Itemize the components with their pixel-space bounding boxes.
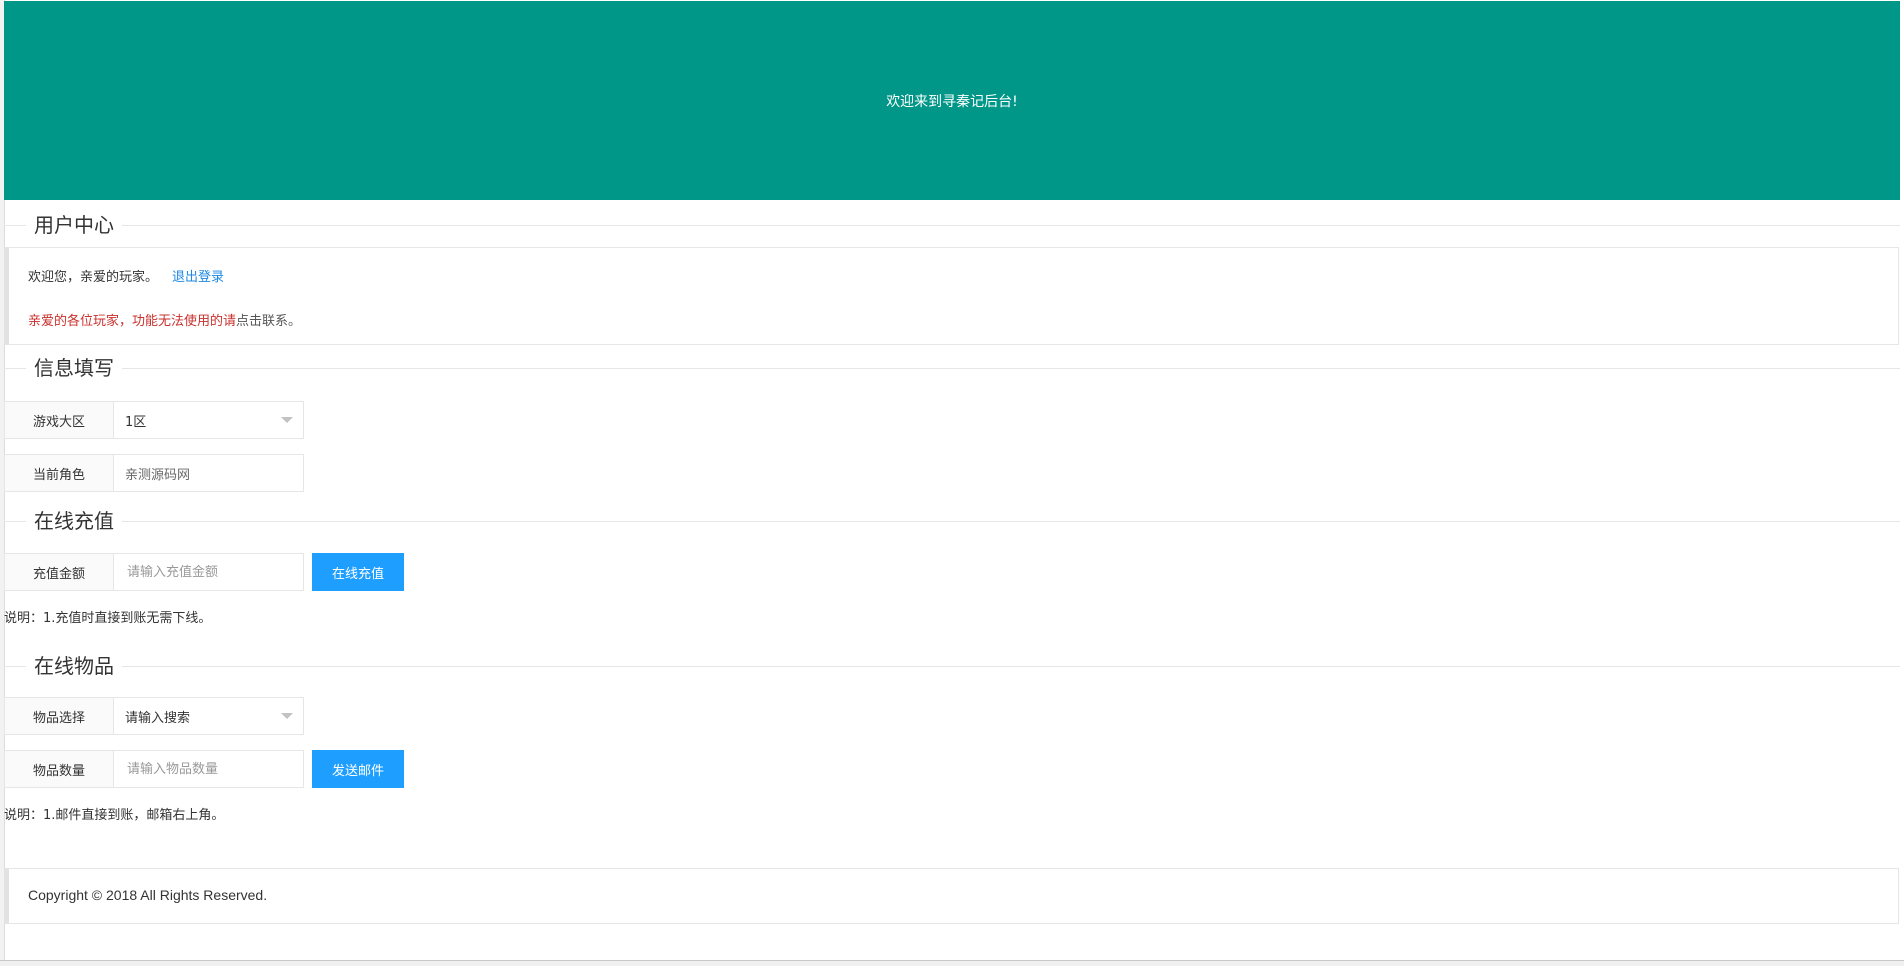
zone-row: 游戏大区 1区 — [4, 401, 304, 439]
caret-down-icon — [281, 417, 293, 423]
copyright-text: Copyright © 2018 All Rights Reserved. — [28, 887, 268, 903]
item-select-row: 物品选择 请输入搜索 — [4, 697, 304, 735]
welcome-text: 欢迎您，亲爱的玩家。 — [28, 270, 159, 285]
item-quantity-input[interactable] — [125, 760, 299, 778]
item-select[interactable]: 请输入搜索 — [114, 697, 304, 735]
recharge-submit-button[interactable]: 在线充值 — [312, 553, 404, 591]
section-divider — [4, 225, 1900, 226]
notice-red-text: 亲爱的各位玩家，功能无法使用的请 — [28, 314, 237, 329]
section-label: 在线充值 — [26, 507, 122, 535]
section-title-user-center: 用户中心 — [0, 209, 1904, 241]
section-label: 用户中心 — [26, 211, 122, 239]
recharge-note: 说明：1.充值时直接到账无需下线。 — [4, 611, 212, 626]
item-select-value: 请输入搜索 — [125, 710, 191, 726]
section-title-info: 信息填写 — [0, 352, 1904, 384]
section-label: 信息填写 — [26, 354, 122, 382]
caret-down-icon — [281, 713, 293, 719]
footer-panel: Copyright © 2018 All Rights Reserved. — [4, 868, 1899, 924]
zone-selected-value: 1区 — [125, 414, 147, 430]
item-quantity-row: 物品数量 — [4, 750, 304, 788]
items-note: 说明：1.邮件直接到账，邮箱右上角。 — [4, 808, 225, 823]
section-divider — [4, 368, 1900, 369]
section-divider — [4, 521, 1900, 522]
send-mail-button[interactable]: 发送邮件 — [312, 750, 404, 788]
notice-contact-link[interactable]: 点击联系。 — [236, 314, 301, 329]
page: 欢迎来到寻秦记后台! 用户中心 欢迎您，亲爱的玩家。 退出登录 亲爱的各位玩家，功… — [0, 0, 1904, 966]
user-center-panel: 欢迎您，亲爱的玩家。 退出登录 亲爱的各位玩家，功能无法使用的请点击联系。 — [4, 247, 1899, 345]
logout-link[interactable]: 退出登录 — [172, 270, 224, 285]
notice-line: 亲爱的各位玩家，功能无法使用的请点击联系。 — [28, 310, 301, 329]
recharge-amount-field — [114, 553, 304, 591]
role-field: 亲测源码网 — [114, 454, 304, 492]
zone-select[interactable]: 1区 — [114, 401, 304, 439]
recharge-amount-input[interactable] — [125, 563, 299, 581]
header-welcome-text: 欢迎来到寻秦记后台! — [886, 93, 1018, 110]
role-label: 当前角色 — [4, 454, 114, 492]
item-quantity-field — [114, 750, 304, 788]
bottom-taskbar-strip — [0, 960, 1904, 966]
recharge-amount-label: 充值金额 — [4, 553, 114, 591]
section-label: 在线物品 — [26, 652, 122, 680]
welcome-line: 欢迎您，亲爱的玩家。 退出登录 — [28, 266, 224, 285]
recharge-amount-row: 充值金额 — [4, 553, 304, 591]
header-banner: 欢迎来到寻秦记后台! — [4, 1, 1900, 200]
role-row: 当前角色 亲测源码网 — [4, 454, 304, 492]
section-title-recharge: 在线充值 — [0, 505, 1904, 537]
section-divider — [4, 666, 1900, 667]
zone-label: 游戏大区 — [4, 401, 114, 439]
item-select-label: 物品选择 — [4, 697, 114, 735]
item-quantity-label: 物品数量 — [4, 750, 114, 788]
section-title-items: 在线物品 — [0, 650, 1904, 682]
role-value: 亲测源码网 — [125, 467, 191, 483]
